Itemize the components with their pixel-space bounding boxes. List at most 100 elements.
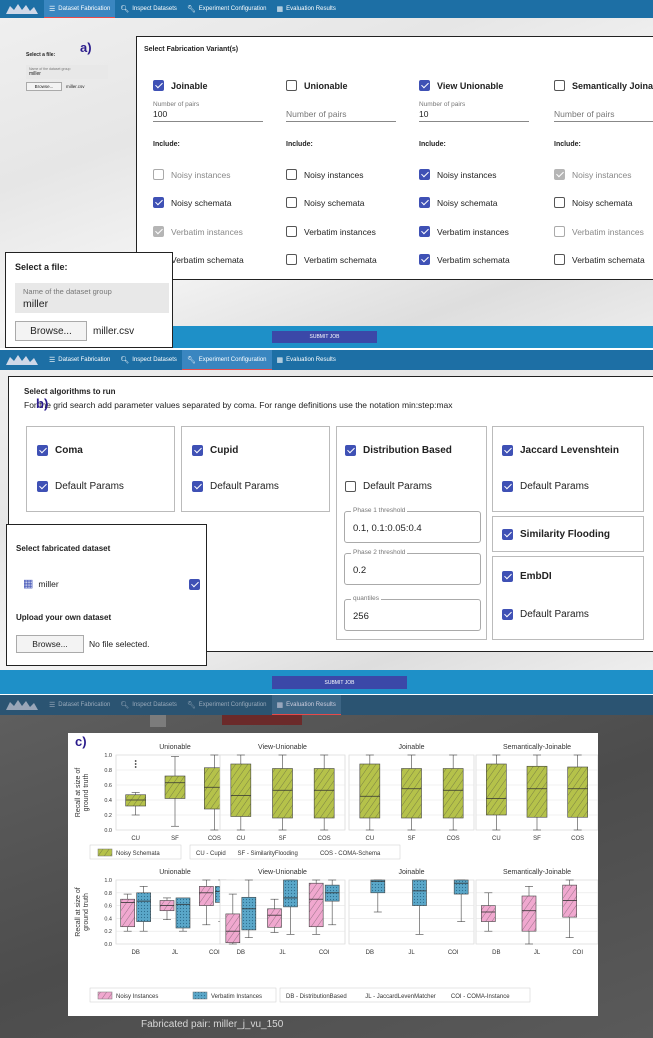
include-label: Include: xyxy=(554,141,581,148)
legend-series-label: Verbatim Instances xyxy=(211,994,262,1000)
dataset-group-field[interactable]: Name of the dataset group miller xyxy=(15,283,169,313)
quantiles-input[interactable]: quantiles 256 xyxy=(344,595,481,631)
cupid-checkbox[interactable] xyxy=(192,445,203,456)
coma-checkbox[interactable] xyxy=(37,445,48,456)
results-boxplot-chart: Recall at size ofground truth0.00.20.40.… xyxy=(75,744,598,1003)
pairs-input[interactable]: Number of pairs xyxy=(554,101,653,122)
y-tick-label: 0.8 xyxy=(104,891,112,897)
include-option-checkbox[interactable] xyxy=(554,197,565,208)
coma-default-checkbox[interactable] xyxy=(37,481,48,492)
phase1-threshold-input[interactable]: Phase 1 threshold 0.1, 0.1:0.05:0.4 xyxy=(344,507,481,543)
variant-checkbox[interactable] xyxy=(554,80,565,91)
box-verbatim-instances xyxy=(370,879,386,894)
tab-evaluation-results[interactable]: ▦ Evaluation Results xyxy=(272,0,341,18)
jaccard-default-checkbox[interactable] xyxy=(502,481,513,492)
box-noisy-schemata xyxy=(272,768,293,819)
variant-checkbox[interactable] xyxy=(153,80,164,91)
include-option-checkbox[interactable] xyxy=(554,169,565,180)
tab-dataset-fabrication[interactable]: ☰ Dataset Fabrication xyxy=(44,0,116,18)
tab-inspect-datasets-c[interactable]: 🔍︎ Inspect Datasets xyxy=(115,695,182,715)
search-icon: 🔍︎ xyxy=(120,357,130,364)
tab-dataset-fabrication-b[interactable]: ☰ Dataset Fabrication xyxy=(44,350,115,370)
select-file-title-zoom: Select a file: xyxy=(15,262,68,272)
variant-column-2: View Unionable Number of pairs 10 Include: N… xyxy=(411,71,539,276)
tab-inspect-datasets[interactable]: 🔍︎ Inspect Datasets xyxy=(115,0,182,18)
tab-experiment-configuration[interactable]: 🔧︎ Experiment Configuration xyxy=(182,0,272,18)
y-axis-label-line: Recall at size of xyxy=(75,887,82,936)
facet-title: View-Unionable xyxy=(258,744,307,751)
tab-dataset-fabrication-c[interactable]: ☰ Dataset Fabrication xyxy=(44,695,115,715)
include-option-checkbox[interactable] xyxy=(419,254,430,265)
box-verbatim-instances xyxy=(283,879,298,908)
pairs-input[interactable]: Number of pairs xyxy=(286,101,396,122)
x-tick-label: COI xyxy=(319,950,330,956)
submit-job-button-a[interactable]: SUBMIT JOB xyxy=(272,331,377,343)
include-option-label: Noisy schemata xyxy=(304,197,365,208)
include-option-checkbox[interactable] xyxy=(286,169,297,180)
outlier-point xyxy=(134,763,137,765)
dataset-group-field-small[interactable]: Name of the dataset group miller xyxy=(26,65,108,79)
tab-experiment-configuration-b[interactable]: 🔧︎ Experiment Configuration xyxy=(181,350,272,370)
cupid-default-checkbox[interactable] xyxy=(192,481,203,492)
upload-browse-button[interactable]: Browse... xyxy=(16,635,84,653)
embdi-checkbox[interactable] xyxy=(502,571,513,582)
embdi-default-checkbox[interactable] xyxy=(502,609,513,620)
pairs-input[interactable]: Number of pairs 100 xyxy=(153,101,263,122)
y-axis-label-line: Recall at size of xyxy=(75,768,82,817)
legend-abbreviation: SF - SimilarityFlooding xyxy=(238,851,298,857)
y-tick-label: 0.6 xyxy=(104,904,112,910)
include-option-checkbox[interactable] xyxy=(153,197,164,208)
upload-title: Upload your own dataset xyxy=(16,613,112,622)
include-option-label: Verbatim schemata xyxy=(304,254,377,265)
include-option-checkbox[interactable] xyxy=(286,226,297,237)
phase2-threshold-input[interactable]: Phase 2 threshold 0.2 xyxy=(344,549,481,585)
include-option-checkbox[interactable] xyxy=(419,226,430,237)
distribution-default-checkbox[interactable] xyxy=(345,481,356,492)
include-option-checkbox[interactable] xyxy=(153,226,164,237)
panel-a-footer-bar xyxy=(173,326,653,348)
variant-checkbox[interactable] xyxy=(419,80,430,91)
browse-button[interactable]: Browse... xyxy=(15,321,87,341)
y-axis-label: Recall at size ofground truth xyxy=(75,887,90,936)
facet-title: Joinable xyxy=(398,869,424,876)
y-tick-label: 1.0 xyxy=(104,753,112,759)
panel-label-b: b) xyxy=(36,396,49,411)
x-tick-label: COI xyxy=(209,950,220,956)
y-tick-label: 0.0 xyxy=(104,828,112,834)
browse-button-small[interactable]: Browse... xyxy=(26,82,62,91)
filename: miller.csv xyxy=(93,325,135,337)
zoomed-file-card: Select a file: Name of the dataset group… xyxy=(5,252,173,348)
tab-experiment-configuration-c[interactable]: 🔧︎ Experiment Configuration xyxy=(182,695,272,715)
y-tick-label: 0.4 xyxy=(104,916,112,922)
box-noisy-instances xyxy=(481,905,496,922)
algo-card-embdi: EmbDI Default Params xyxy=(492,556,644,640)
y-tick-label: 0.4 xyxy=(104,798,112,804)
tab-evaluation-results-c[interactable]: ▦ Evaluation Results xyxy=(271,695,341,715)
include-option-checkbox[interactable] xyxy=(419,169,430,180)
include-option-label: Verbatim schemata xyxy=(171,254,244,265)
variant-name: View Unionable xyxy=(437,80,504,91)
pairs-input[interactable]: Number of pairs 10 xyxy=(419,101,529,122)
box-noisy-instances xyxy=(308,882,324,928)
include-option-checkbox[interactable] xyxy=(554,226,565,237)
wrench-icon: 🔧︎ xyxy=(186,6,196,13)
x-tick-label: COS xyxy=(571,836,584,842)
include-option-checkbox[interactable] xyxy=(419,197,430,208)
dataset-miller-checkbox[interactable] xyxy=(189,579,200,590)
include-option-checkbox[interactable] xyxy=(554,254,565,265)
legend-abbreviation: JL - JaccardLevenMatcher xyxy=(365,994,435,1000)
distribution-checkbox[interactable] xyxy=(345,445,356,456)
x-tick-label: JL xyxy=(534,950,541,956)
include-option-checkbox[interactable] xyxy=(286,254,297,265)
sf-checkbox[interactable] xyxy=(502,529,513,540)
tab-inspect-datasets-b[interactable]: 🔍︎ Inspect Datasets xyxy=(115,350,182,370)
submit-job-button-b[interactable]: SUBMIT JOB xyxy=(272,676,407,689)
tab-evaluation-results-b[interactable]: ▦ Evaluation Results xyxy=(272,350,341,370)
x-tick-label: CU xyxy=(131,836,140,842)
navbar-b: ☰ Dataset Fabrication 🔍︎ Inspect Datasets … xyxy=(0,350,653,370)
wrench-icon: 🔧︎ xyxy=(186,356,196,364)
variant-checkbox[interactable] xyxy=(286,80,297,91)
jaccard-checkbox[interactable] xyxy=(502,445,513,456)
include-option-checkbox[interactable] xyxy=(153,169,164,180)
include-option-checkbox[interactable] xyxy=(286,197,297,208)
